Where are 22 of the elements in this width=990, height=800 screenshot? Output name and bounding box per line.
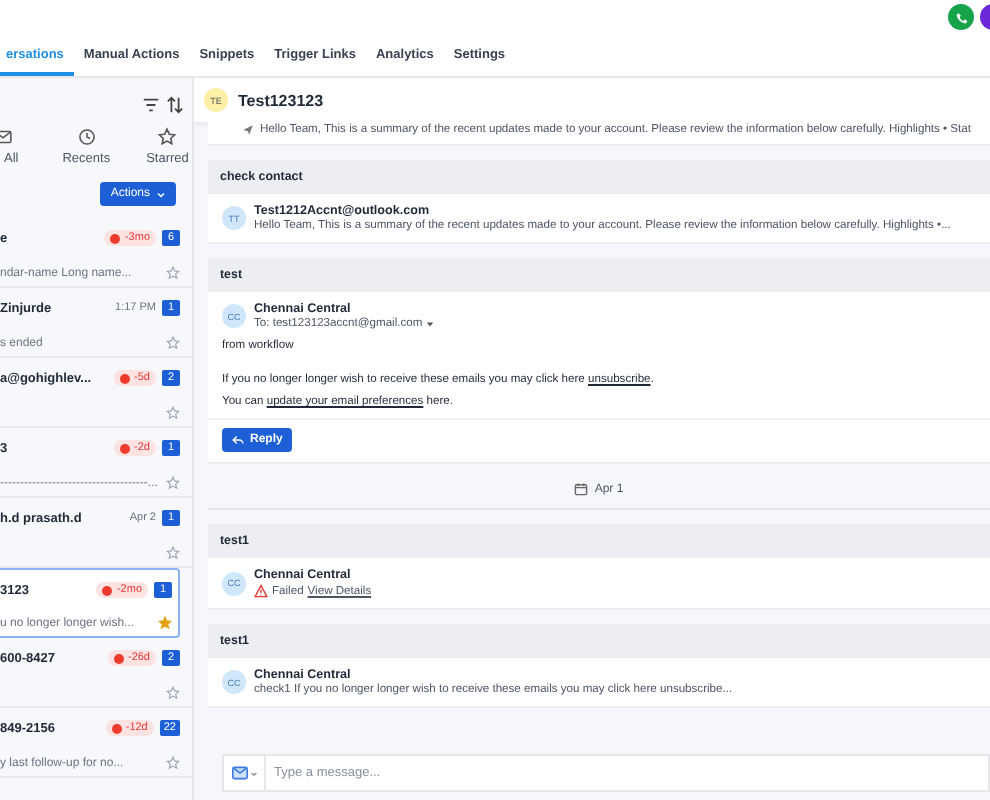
sort-icon[interactable]	[166, 95, 184, 113]
warning-icon	[254, 584, 268, 598]
caret-icon	[156, 189, 166, 199]
star-icon[interactable]	[166, 476, 180, 490]
reply-icon	[232, 434, 244, 446]
star-icon[interactable]	[166, 336, 180, 350]
star-icon[interactable]	[158, 616, 172, 630]
star-icon	[156, 126, 179, 148]
star-icon[interactable]	[166, 546, 180, 560]
star-icon[interactable]	[166, 756, 180, 770]
conversation-title: Test123123	[238, 91, 324, 109]
star-icon[interactable]	[166, 266, 180, 280]
star-icon[interactable]	[166, 406, 180, 420]
calendar-icon	[574, 482, 589, 496]
phone-icon	[955, 11, 967, 23]
phone-button[interactable]	[948, 4, 974, 30]
clock-icon	[75, 126, 98, 148]
caret-icon[interactable]	[426, 320, 435, 328]
email-icon[interactable]	[231, 766, 247, 780]
filter-icon[interactable]	[142, 95, 160, 113]
star-icon[interactable]	[166, 686, 180, 700]
caret-icon[interactable]	[249, 769, 257, 777]
